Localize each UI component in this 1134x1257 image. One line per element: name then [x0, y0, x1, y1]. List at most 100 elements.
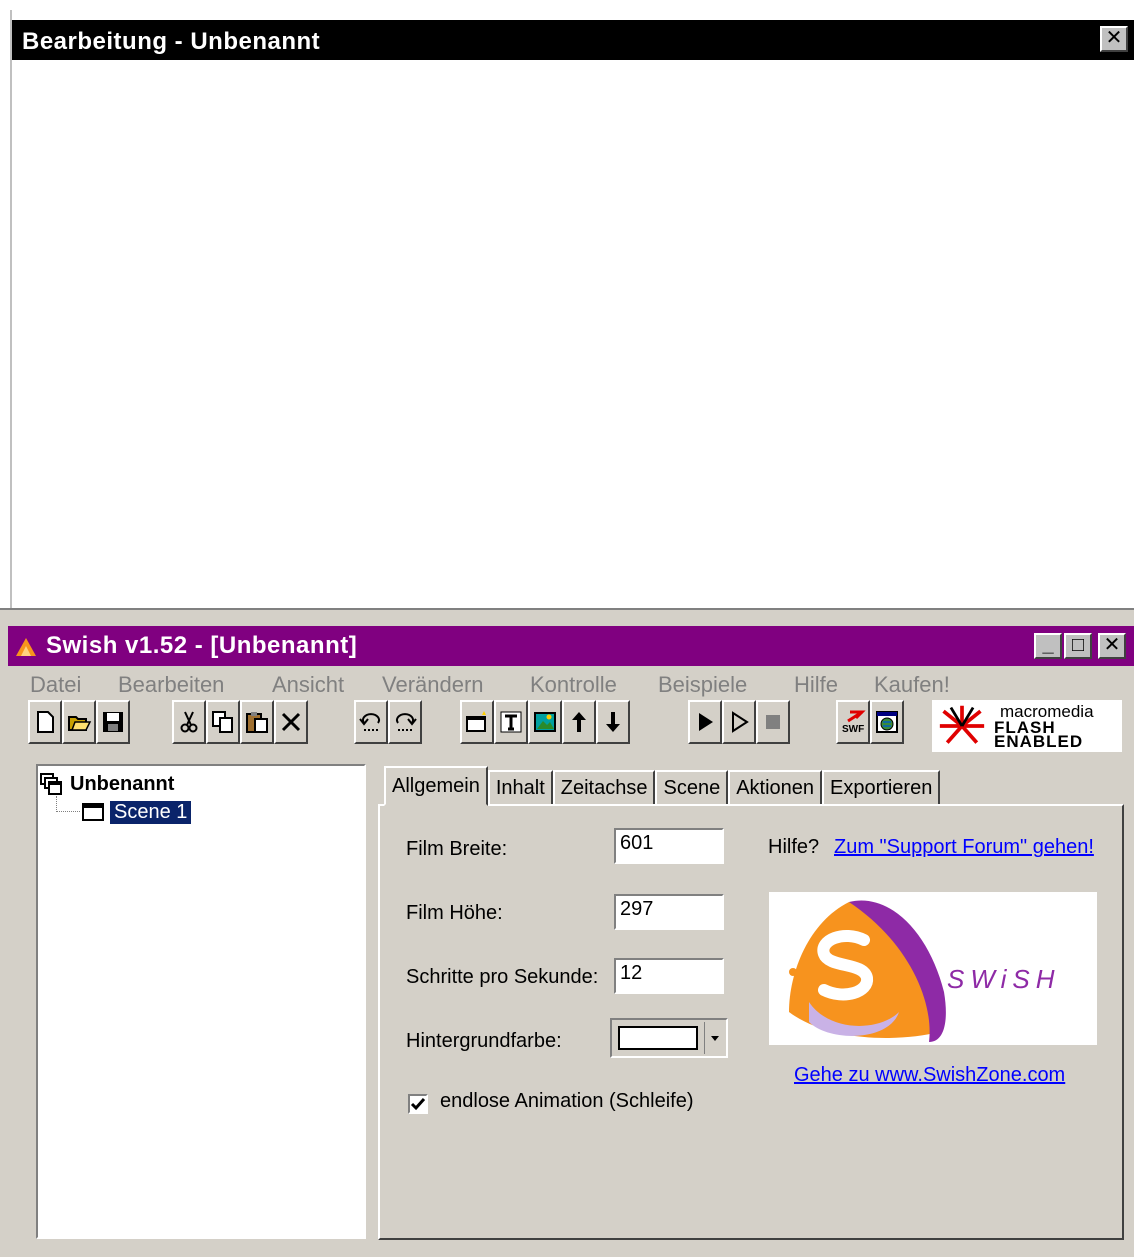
movie-tree-icon: [40, 773, 62, 795]
edit-window-title: Bearbeitung - Unbenannt: [22, 28, 321, 55]
move-down-button[interactable]: [596, 700, 630, 744]
undo-button[interactable]: [354, 700, 388, 744]
menu-beispiele[interactable]: Beispiele: [658, 672, 747, 698]
loop-label[interactable]: endlose Animation (Schleife): [440, 1090, 693, 1113]
edit-window-titlebar[interactable]: Bearbeitung - Unbenannt ✕: [12, 20, 1134, 60]
new-button[interactable]: [28, 700, 62, 744]
main-window: Swish v1.52 - [Unbenannt] _ □ ✕ Datei Be…: [0, 608, 1134, 1257]
flash-logo-line3: ENABLED: [994, 732, 1084, 751]
swish-logo-word: SWiSH: [947, 964, 1061, 994]
menu-kaufen[interactable]: Kaufen!: [874, 672, 950, 698]
scene-tree-panel[interactable]: Unbenannt Scene 1: [36, 764, 366, 1239]
tab-scene[interactable]: Scene: [655, 770, 729, 806]
open-icon: [68, 716, 92, 731]
play-step-icon: [732, 711, 749, 733]
move-down-icon: [606, 712, 620, 732]
tree-root-label: Unbenannt: [70, 772, 175, 795]
color-dropdown-arrow[interactable]: [704, 1022, 724, 1054]
background-color-picker[interactable]: [610, 1018, 728, 1058]
menu-datei[interactable]: Datei: [30, 672, 81, 698]
minimize-icon: _: [1042, 634, 1054, 656]
tree-item-scene[interactable]: Scene 1: [82, 798, 192, 826]
delete-button[interactable]: [274, 700, 308, 744]
edit-window: Bearbeitung - Unbenannt ✕: [10, 10, 1134, 608]
minimize-button[interactable]: _: [1034, 633, 1062, 659]
fps-label: Schritte pro Sekunde:: [406, 966, 599, 988]
main-window-title: Swish v1.52 - [Unbenannt]: [46, 632, 358, 659]
preview-browser-icon: [876, 711, 898, 733]
film-height-input[interactable]: 297: [614, 894, 724, 930]
redo-button[interactable]: [388, 700, 422, 744]
help-prefix: Hilfe?: [768, 836, 820, 858]
maximize-button[interactable]: □: [1064, 633, 1092, 659]
insert-scene-button[interactable]: [460, 700, 494, 744]
close-button[interactable]: ✕: [1098, 633, 1126, 659]
swish-app-icon: [16, 638, 36, 656]
insert-text-icon: [500, 711, 522, 733]
move-up-button[interactable]: [562, 700, 596, 744]
menu-veraendern[interactable]: Verändern: [382, 672, 484, 698]
export-swf-button[interactable]: SWF: [836, 700, 870, 744]
move-up-icon: [572, 712, 586, 732]
toolbar-group-export: SWF: [836, 700, 904, 744]
insert-text-button[interactable]: [494, 700, 528, 744]
stop-button[interactable]: [756, 700, 790, 744]
play-button[interactable]: [688, 700, 722, 744]
background-color-label: Hintergrundfarbe:: [406, 1030, 562, 1052]
menu-bearbeiten[interactable]: Bearbeiten: [118, 672, 224, 698]
insert-image-button[interactable]: [528, 700, 562, 744]
film-width-input[interactable]: 601: [614, 828, 724, 864]
loop-checkbox[interactable]: [408, 1094, 428, 1114]
edit-canvas[interactable]: [12, 60, 1134, 608]
tab-allgemein[interactable]: Allgemein: [384, 766, 488, 806]
toolbar-group-history: [354, 700, 422, 744]
scene-tree-icon: [82, 803, 104, 821]
play-step-button[interactable]: [722, 700, 756, 744]
open-button[interactable]: [62, 700, 96, 744]
toolbar: SWF macromedia FLASH ENABLED: [8, 700, 1134, 752]
tab-aktionen[interactable]: Aktionen: [728, 770, 823, 806]
cut-icon: [180, 711, 198, 733]
tab-zeitachse[interactable]: Zeitachse: [552, 770, 656, 806]
swish-logo[interactable]: SWiSH: [769, 892, 1097, 1045]
film-height-label: Film Höhe:: [406, 902, 503, 924]
window-splitter[interactable]: [0, 608, 1134, 626]
paste-button[interactable]: [240, 700, 274, 744]
swishzone-link[interactable]: Gehe zu www.SwishZone.com: [794, 1064, 1065, 1087]
paste-icon: [246, 712, 268, 733]
maximize-icon: □: [1071, 634, 1085, 656]
cut-button[interactable]: [172, 700, 206, 744]
copy-icon: [212, 711, 233, 733]
delete-icon: [281, 712, 301, 732]
close-icon: ✕: [1103, 634, 1121, 656]
menu-ansicht[interactable]: Ansicht: [272, 672, 344, 698]
tab-exportieren[interactable]: Exportieren: [822, 770, 941, 806]
save-button[interactable]: [96, 700, 130, 744]
support-forum-link[interactable]: Zum "Support Forum" gehen!: [834, 836, 1094, 859]
fps-input[interactable]: 12: [614, 958, 724, 994]
play-icon: [699, 713, 713, 731]
main-window-titlebar[interactable]: Swish v1.52 - [Unbenannt] _ □ ✕: [8, 626, 1134, 666]
edit-window-close-button[interactable]: ✕: [1100, 26, 1128, 52]
menu-kontrolle[interactable]: Kontrolle: [530, 672, 617, 698]
new-icon: [37, 711, 54, 733]
tree-connector: [56, 796, 80, 812]
film-width-label: Film Breite:: [406, 838, 508, 860]
redo-icon: [396, 713, 417, 731]
export-swf-icon: SWF: [842, 710, 866, 735]
save-icon: [103, 712, 123, 732]
tree-item-movie[interactable]: Unbenannt: [40, 770, 174, 798]
stop-icon: [766, 715, 780, 729]
insert-image-icon: [534, 712, 556, 732]
preview-browser-button[interactable]: [870, 700, 904, 744]
tab-inhalt[interactable]: Inhalt: [487, 770, 553, 806]
toolbar-group-playback: [688, 700, 790, 744]
flash-burst-icon: [939, 705, 985, 744]
insert-scene-icon: [466, 711, 486, 732]
toolbar-group-insert: [460, 700, 630, 744]
toolbar-group-edit: [172, 700, 308, 744]
menu-hilfe[interactable]: Hilfe: [794, 672, 838, 698]
tree-scene-label: Scene 1: [110, 800, 192, 824]
copy-button[interactable]: [206, 700, 240, 744]
background-color-swatch: [618, 1026, 698, 1050]
